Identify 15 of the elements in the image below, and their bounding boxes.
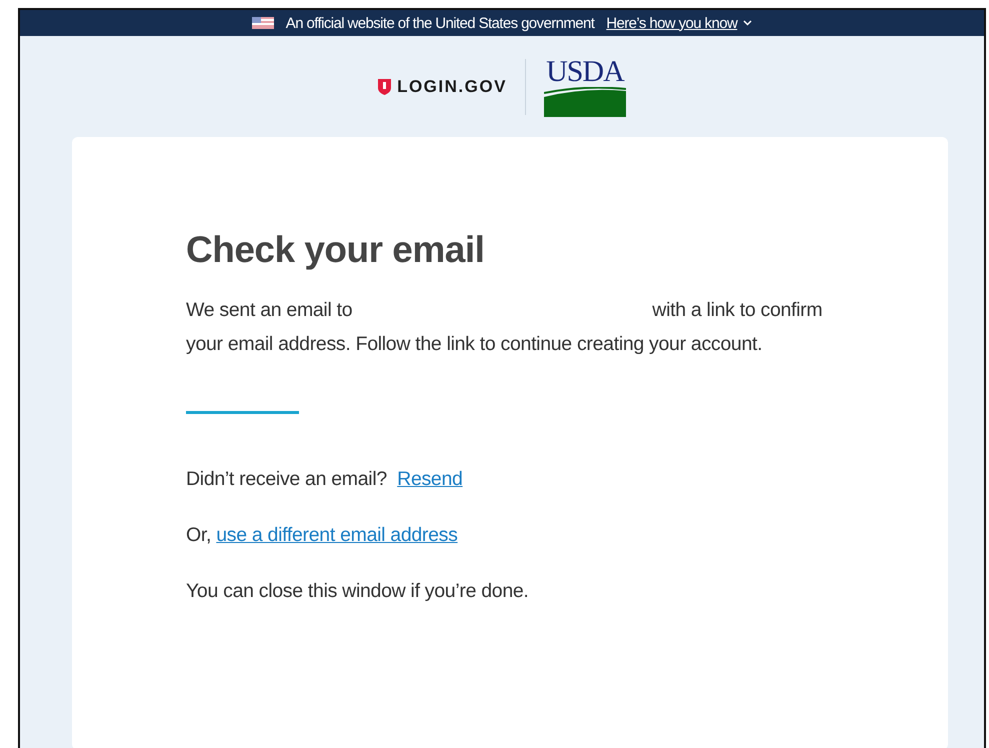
page-title: Check your email [186, 229, 486, 271]
different-email-link[interactable]: use a different email address [216, 524, 458, 546]
resend-prompt: Didn’t receive an email? Resend [186, 467, 464, 492]
resend-link[interactable]: Resend [397, 468, 463, 490]
chevron-down-icon [743, 20, 752, 26]
close-note: You can close this window if you’re done. [186, 579, 530, 604]
shield-icon [378, 78, 392, 94]
banner-link[interactable]: Here’s how you know [606, 14, 752, 32]
login-logo-text: LOGIN.GOV [397, 76, 507, 96]
usda-logo-text: USDA [546, 56, 624, 86]
flag-icon [252, 17, 274, 29]
message-text: We sent an email to with a link to confirm your email address. Follow the link to continue creating your account. [186, 298, 824, 357]
banner-text: An official website of the United States government [286, 14, 594, 32]
alternative-text: Or, use a different email address [186, 523, 459, 548]
field-logo-icon [544, 86, 626, 116]
